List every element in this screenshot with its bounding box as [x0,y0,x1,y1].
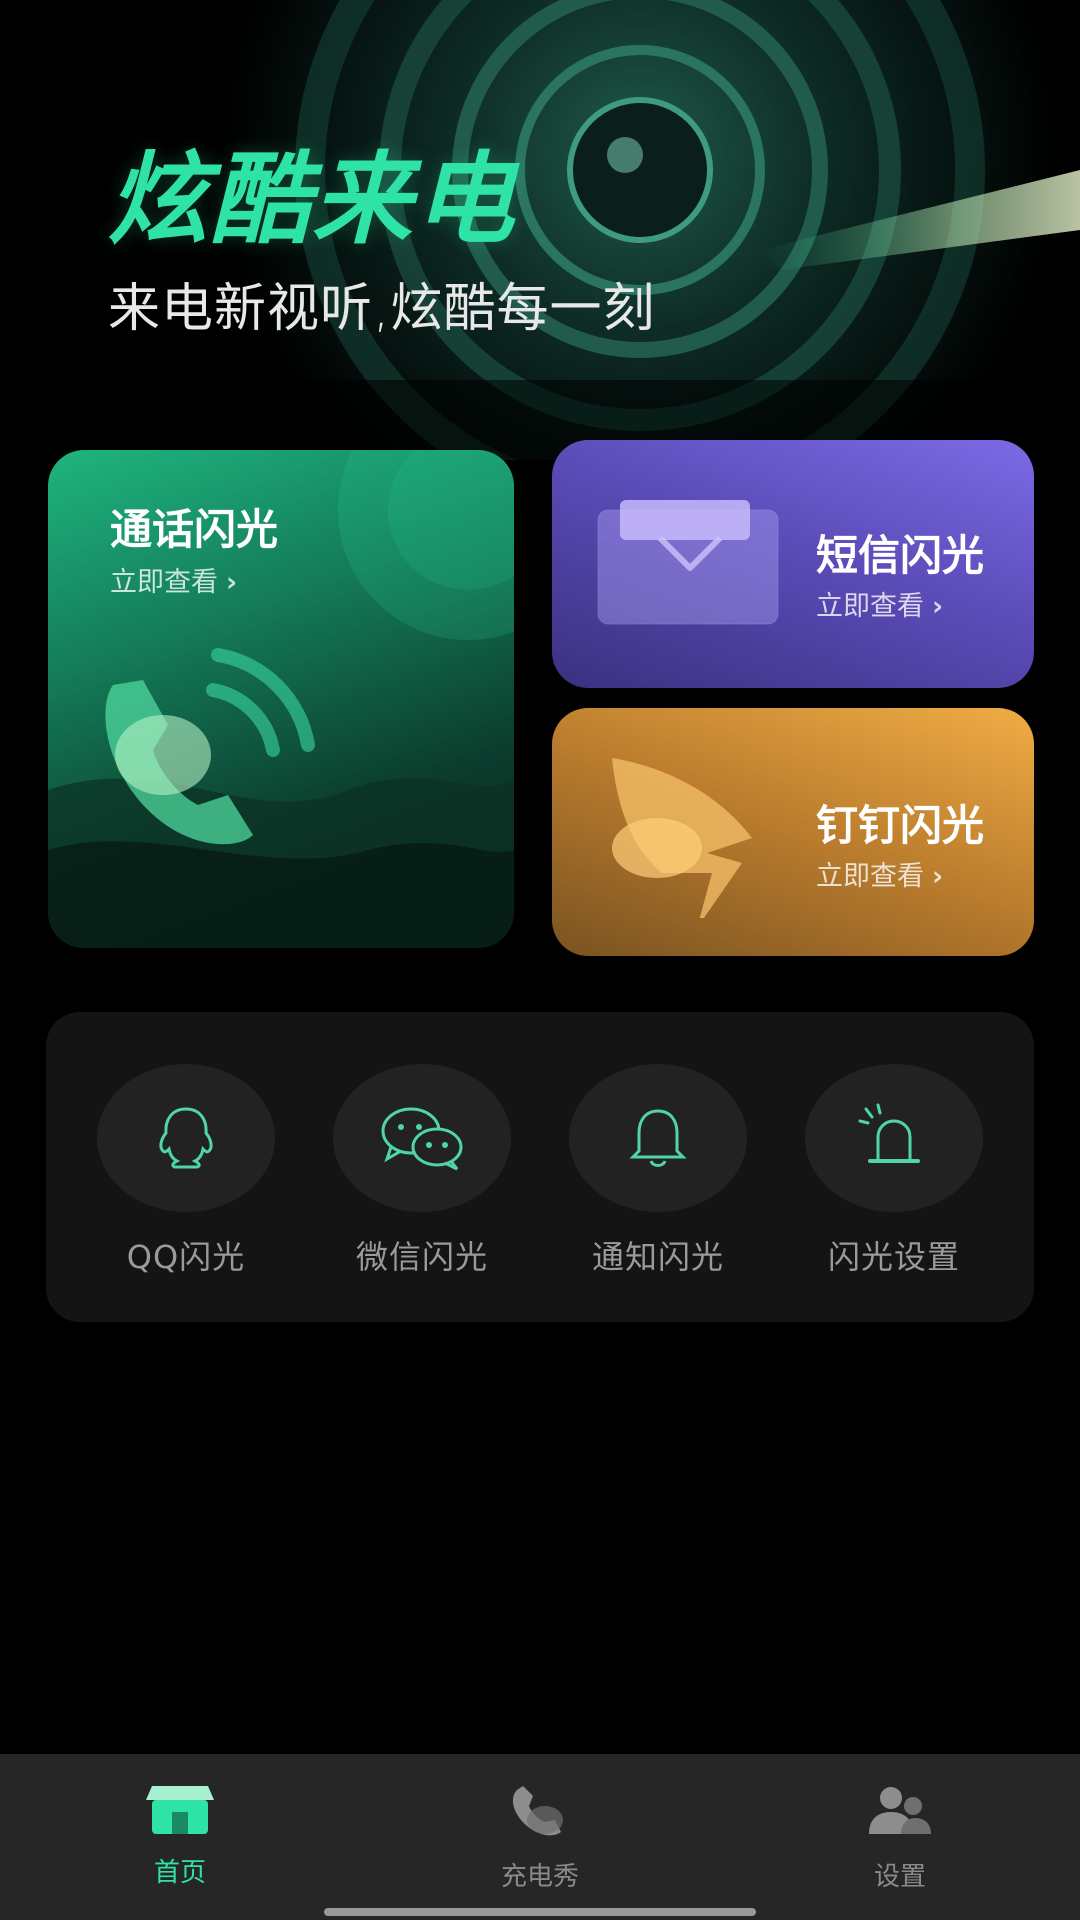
users-icon [869,1787,931,1834]
shortcut-notification-flash[interactable]: 通知闪光 [568,1064,748,1278]
nav-label: 设置 [873,1862,926,1892]
home-screen: 炫酷来电 来电新视听,炫酷每一刻 通话闪光 立即查看 › 短信闪光 立即查看 ›… [0,0,1080,1920]
call-flash-title: 通话闪光 [110,505,279,554]
shortcut-label: 闪光设置 [827,1238,960,1276]
bell-icon [629,1109,687,1167]
app-subtitle: 来电新视听,炫酷每一刻 [108,279,656,339]
sms-flash-title: 短信闪光 [816,531,985,580]
nav-label: 充电秀 [500,1862,579,1892]
shortcut-qq-flash[interactable]: QQ闪光 [96,1064,276,1278]
call-flash-view-label: 立即查看 [110,567,218,598]
chevron-right-icon: › [932,861,944,892]
flash-shortcuts-panel: QQ闪光 微信闪光 通知闪光 闪光设置 [46,1012,1034,1322]
wechat-icon [381,1107,463,1171]
nav-item-home[interactable]: 首页 [100,1784,260,1889]
shortcut-label: 微信闪光 [355,1238,488,1276]
shortcut-label: 通知闪光 [591,1238,724,1276]
app-title: 炫酷来电 [108,141,516,258]
dingtalk-flash-card[interactable]: 钉钉闪光 立即查看 › [552,708,1034,956]
chevron-right-icon: › [932,591,944,622]
dingtalk-icon [612,758,752,918]
envelope-icon [597,500,779,625]
bottom-navigation: 首页 充电秀 设置 [0,1754,1080,1920]
qq-icon [159,1107,213,1169]
chevron-right-icon: › [226,567,238,598]
dingtalk-flash-view-label: 立即查看 [816,861,924,892]
sms-flash-view-label: 立即查看 [816,591,924,622]
home-icon [146,1786,214,1834]
phone-icon [105,648,315,845]
shortcut-wechat-flash[interactable]: 微信闪光 [332,1064,512,1278]
sms-flash-card[interactable]: 短信闪光 立即查看 › [552,440,1034,688]
alarm-light-icon [858,1103,920,1163]
nav-label: 首页 [153,1858,206,1888]
hero-banner: 炫酷来电 来电新视听,炫酷每一刻 [0,0,1080,460]
sms-flash-view-link[interactable]: 立即查看 › [816,584,943,623]
call-flash-card[interactable]: 通话闪光 立即查看 › [48,450,514,948]
home-indicator[interactable] [324,1908,756,1916]
call-flash-view-link[interactable]: 立即查看 › [110,560,237,599]
dingtalk-flash-view-link[interactable]: 立即查看 › [816,854,943,893]
shortcut-label: QQ闪光 [126,1238,246,1276]
nav-item-charge-show[interactable]: 充电秀 [460,1784,620,1893]
phone-handset-icon [512,1786,563,1836]
dingtalk-flash-title: 钉钉闪光 [816,801,985,850]
nav-item-settings[interactable]: 设置 [820,1784,980,1893]
shortcut-flash-settings[interactable]: 闪光设置 [804,1064,984,1278]
